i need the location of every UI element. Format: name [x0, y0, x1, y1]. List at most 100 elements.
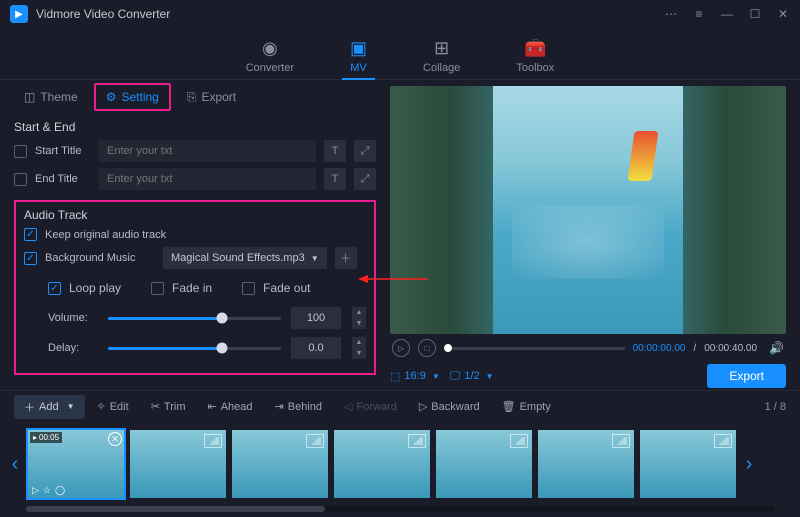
monitor-icon: 🖵	[450, 370, 461, 383]
converter-icon: ◉	[262, 38, 278, 59]
label-bg-music: Background Music	[45, 252, 155, 264]
checkbox-bg-music[interactable]: ✓	[24, 252, 37, 265]
label-end-title: End Title	[35, 173, 91, 185]
behind-button[interactable]: ⇥Behind	[265, 396, 332, 417]
image-icon	[612, 434, 630, 448]
expand-button[interactable]: ⤢	[354, 140, 376, 162]
export-button[interactable]: Export	[707, 364, 786, 388]
label-fadeout: Fade out	[263, 281, 310, 295]
input-delay[interactable]: 0.0	[291, 337, 341, 359]
maximize-icon[interactable]: ☐	[748, 7, 762, 21]
audio-track-section: Audio Track ✓ Keep original audio track …	[14, 200, 376, 375]
delay-up[interactable]: ▲	[352, 337, 366, 348]
theme-icon: ◫	[24, 90, 35, 104]
close-icon[interactable]: ✕	[776, 7, 790, 21]
image-icon	[714, 434, 732, 448]
tab-setting[interactable]: ⚙ Setting	[94, 83, 171, 111]
checkbox-end-title[interactable]	[14, 173, 27, 186]
chevron-down-icon: ▼	[67, 402, 75, 411]
label-loop: Loop play	[69, 281, 121, 295]
toolbox-icon: 🧰	[524, 38, 546, 59]
add-button[interactable]: ＋Add▼	[14, 395, 85, 419]
checkbox-start-title[interactable]	[14, 145, 27, 158]
backward-icon: ▷	[419, 400, 427, 413]
play-button[interactable]: ▷	[392, 339, 410, 357]
thumb-close-icon[interactable]: ✕	[108, 432, 122, 446]
label-fadein: Fade in	[172, 281, 212, 295]
image-icon	[204, 434, 222, 448]
slider-delay[interactable]	[108, 347, 281, 350]
input-end-title[interactable]	[99, 168, 316, 190]
thumbnail-1[interactable]: ▸ 00:05 ✕ ▷☆◯	[28, 430, 124, 498]
app-title: Vidmore Video Converter	[36, 7, 664, 21]
thumbnail-3[interactable]	[232, 430, 328, 498]
settings-panel: ◫ Theme ⚙ Setting ⎘ Export Start & End S…	[0, 80, 390, 390]
thumbnail-2[interactable]	[130, 430, 226, 498]
clip-toolbar: ＋Add▼ ✧Edit ✂Trim ⇤Ahead ⇥Behind ◁Forwar…	[0, 390, 800, 422]
time-total: 00:00:40.00	[704, 343, 757, 354]
strip-scrollbar[interactable]	[26, 506, 774, 512]
forward-button[interactable]: ◁Forward	[334, 396, 407, 417]
volume-up[interactable]: ▲	[352, 307, 366, 318]
input-volume[interactable]: 100	[291, 307, 341, 329]
volume-icon[interactable]: 🔊	[769, 341, 784, 355]
thumbnail-strip: ‹ ▸ 00:05 ✕ ▷☆◯ ›	[0, 422, 800, 506]
tab-export[interactable]: ⎘ Export	[177, 85, 246, 110]
label-volume: Volume:	[48, 312, 98, 324]
thumbnail-5[interactable]	[436, 430, 532, 498]
font-button-2[interactable]: T	[324, 168, 346, 190]
menu-icon[interactable]: ≡	[692, 7, 706, 21]
nav-converter[interactable]: ◉ Converter	[238, 28, 302, 79]
chevron-down-icon: ▼	[311, 254, 319, 263]
add-music-button[interactable]: ＋	[335, 247, 357, 269]
ahead-icon: ⇤	[208, 400, 217, 413]
backward-button[interactable]: ▷Backward	[409, 396, 490, 417]
input-start-title[interactable]	[99, 140, 316, 162]
edit-button[interactable]: ✧Edit	[87, 396, 139, 417]
checkbox-fadein[interactable]	[151, 282, 164, 295]
playback-controls: ▷ □ 00:00:00.00/00:00:40.00 🔊	[390, 334, 786, 362]
dropdown-bg-music[interactable]: Magical Sound Effects.mp3 ▼	[163, 247, 327, 269]
aspect-ratio-select[interactable]: ⬚16:9▼	[390, 370, 440, 383]
nav-toolbox[interactable]: 🧰 Toolbox	[508, 28, 562, 79]
preview-options: ⬚16:9▼ 🖵1/2▼ Export	[390, 362, 786, 390]
section-start-end: Start & End	[14, 120, 376, 134]
empty-button[interactable]: 🗑Empty	[492, 396, 561, 417]
thumbnail-6[interactable]	[538, 430, 634, 498]
slider-volume[interactable]	[108, 317, 281, 320]
ahead-button[interactable]: ⇤Ahead	[198, 396, 263, 417]
checkbox-keep-original[interactable]: ✓	[24, 228, 37, 241]
delay-down[interactable]: ▼	[352, 348, 366, 359]
forward-icon: ◁	[344, 400, 352, 413]
play-icon: ▷	[32, 485, 39, 496]
thumbnail-4[interactable]	[334, 430, 430, 498]
trash-icon: 🗑	[502, 400, 516, 413]
zoom-select[interactable]: 🖵1/2▼	[450, 370, 494, 383]
checkbox-loop[interactable]: ✓	[48, 282, 61, 295]
collage-icon: ⊞	[434, 38, 449, 59]
preview-area	[390, 86, 786, 334]
minimize-icon[interactable]: ―	[720, 7, 734, 21]
feedback-icon[interactable]: ⋯	[664, 7, 678, 21]
wand-icon: ✧	[97, 400, 106, 413]
plus-icon: ＋	[24, 399, 35, 415]
strip-next[interactable]: ›	[742, 453, 756, 476]
preview-panel: ▷ □ 00:00:00.00/00:00:40.00 🔊 ⬚16:9▼ 🖵1/…	[390, 80, 800, 390]
timeline[interactable]	[444, 347, 625, 350]
strip-prev[interactable]: ‹	[8, 453, 22, 476]
tab-theme[interactable]: ◫ Theme	[14, 85, 88, 109]
star-icon: ☆	[43, 485, 51, 496]
thumb-duration: ▸ 00:05	[30, 432, 62, 443]
chevron-down-icon: ▼	[432, 372, 440, 381]
expand-button-2[interactable]: ⤢	[354, 168, 376, 190]
stop-button[interactable]: □	[418, 339, 436, 357]
font-button[interactable]: T	[324, 140, 346, 162]
volume-down[interactable]: ▼	[352, 318, 366, 329]
thumbnail-7[interactable]	[640, 430, 736, 498]
nav-mv[interactable]: ▣ MV	[342, 28, 375, 79]
top-nav: ◉ Converter ▣ MV ⊞ Collage 🧰 Toolbox	[0, 28, 800, 80]
nav-collage[interactable]: ⊞ Collage	[415, 28, 468, 79]
label-keep-original: Keep original audio track	[45, 229, 166, 241]
trim-button[interactable]: ✂Trim	[141, 396, 196, 417]
checkbox-fadeout[interactable]	[242, 282, 255, 295]
